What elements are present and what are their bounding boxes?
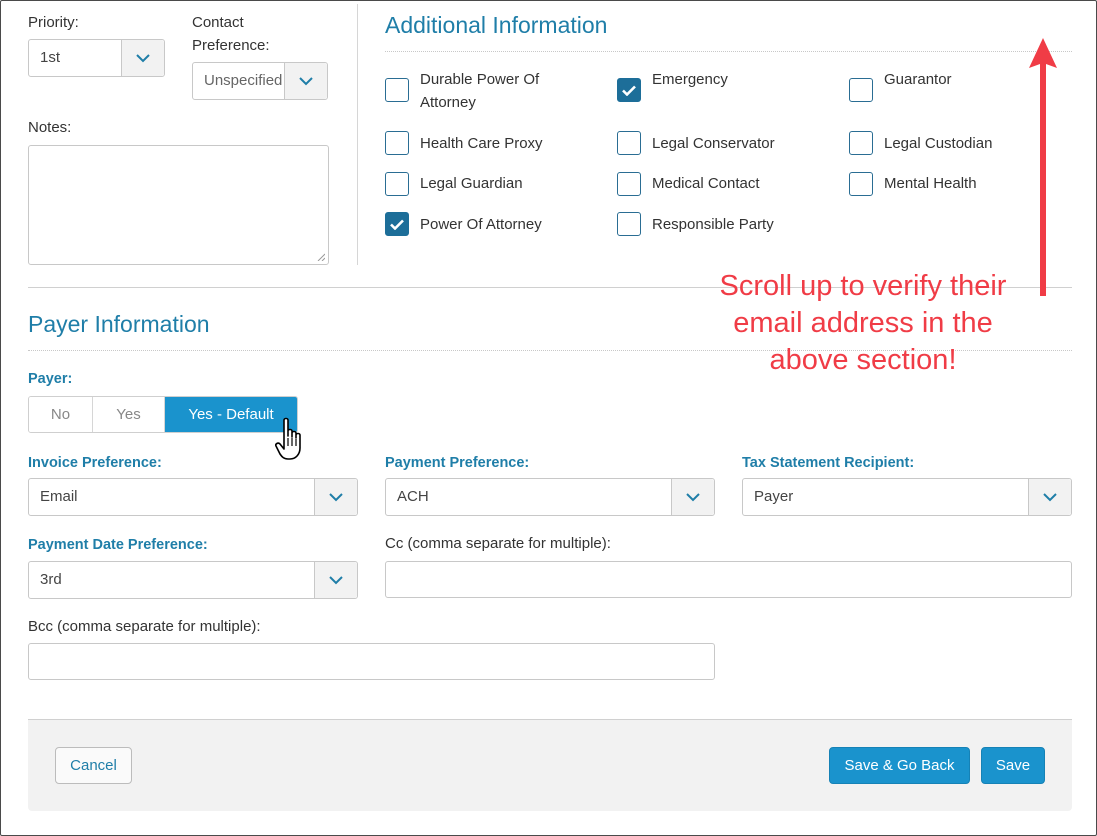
priority-select[interactable]: 1st [28,39,165,77]
bcc-input[interactable] [28,643,715,680]
contact-preference-select[interactable]: Unspecified [192,62,328,100]
priority-label: Priority: [28,14,79,31]
column-divider [357,4,358,265]
additional-information-title: Additional Information [385,12,608,38]
checkbox-label-medical-contact[interactable]: Medical Contact [652,172,760,195]
checkbox-label-health-care-proxy[interactable]: Health Care Proxy [420,132,543,155]
notes-label: Notes: [28,119,72,136]
payment-preference-value: ACH [397,488,429,505]
checkbox-medical-contact[interactable] [617,172,641,196]
payment-date-preference-select[interactable]: 3rd [28,561,358,599]
section-divider [385,51,1072,52]
checkbox-label-power-of-attorney[interactable]: Power Of Attorney [420,213,542,236]
payer-label: Payer: [28,371,73,387]
checkbox-responsible-party[interactable] [617,212,641,236]
checkbox-emergency[interactable] [617,78,641,102]
priority-value: 1st [40,49,61,66]
notes-textarea[interactable] [28,145,329,265]
checkbox-label-durable-power-of-attorney[interactable]: Durable Power Of Attorney [420,68,580,114]
checkbox-guarantor[interactable] [849,78,873,102]
checkbox-label-legal-conservator[interactable]: Legal Conservator [652,132,775,155]
resize-handle-icon[interactable] [317,253,325,261]
chevron-down-icon [284,63,327,99]
annotation-text: Scroll up to verify their email address … [690,268,1036,379]
checkbox-legal-custodian[interactable] [849,131,873,155]
checkbox-power-of-attorney[interactable] [385,212,409,236]
checkmark-icon [622,85,636,96]
annotation-line: Scroll up to verify their [719,270,1007,302]
chevron-down-icon [314,562,357,598]
hand-cursor-icon [275,417,301,460]
chevron-down-icon [671,479,714,515]
save-button[interactable]: Save [981,747,1045,784]
checkbox-health-care-proxy[interactable] [385,131,409,155]
contact-preference-label: Contact Preference: [192,14,270,54]
checkbox-label-mental-health[interactable]: Mental Health [884,172,977,195]
cancel-button[interactable]: Cancel [55,747,132,784]
payment-date-preference-value: 3rd [40,571,62,588]
payment-preference-select[interactable]: ACH [385,478,715,516]
annotation-line: email address in the [733,307,993,339]
tax-statement-recipient-value: Payer [754,488,794,505]
invoice-preference-value: Email [40,488,78,505]
checkmark-icon [390,219,404,230]
checkbox-label-legal-guardian[interactable]: Legal Guardian [420,172,523,195]
chevron-down-icon [121,40,164,76]
chevron-down-icon [1028,479,1071,515]
bcc-label: Bcc (comma separate for multiple): [28,618,261,635]
payer-option-no[interactable]: No [29,397,93,432]
chevron-down-icon [314,479,357,515]
tax-statement-recipient-label: Tax Statement Recipient: [742,455,915,471]
checkbox-legal-conservator[interactable] [617,131,641,155]
payment-preference-label: Payment Preference: [385,455,530,471]
checkbox-legal-guardian[interactable] [385,172,409,196]
arrow-up-icon [1029,38,1057,296]
contact-preference-value: Unspecified [204,72,283,89]
invoice-preference-select[interactable]: Email [28,478,358,516]
checkbox-durable-power-of-attorney[interactable] [385,78,409,102]
invoice-preference-label: Invoice Preference: [28,455,162,471]
checkbox-label-guarantor[interactable]: Guarantor [884,68,952,91]
payer-information-title: Payer Information [28,311,210,337]
checkbox-label-emergency[interactable]: Emergency [652,68,728,91]
payer-option-yes[interactable]: Yes [93,397,165,432]
checkbox-mental-health[interactable] [849,172,873,196]
payer-toggle[interactable]: No Yes Yes - Default [28,396,298,433]
save-and-go-back-button[interactable]: Save & Go Back [829,747,970,784]
annotation-line: above section! [769,344,957,376]
cc-input[interactable] [385,561,1072,598]
payment-date-preference-label: Payment Date Preference: [28,537,208,553]
checkbox-label-responsible-party[interactable]: Responsible Party [652,213,774,236]
tax-statement-recipient-select[interactable]: Payer [742,478,1072,516]
checkbox-label-legal-custodian[interactable]: Legal Custodian [884,132,992,155]
cc-label: Cc (comma separate for multiple): [385,535,611,552]
